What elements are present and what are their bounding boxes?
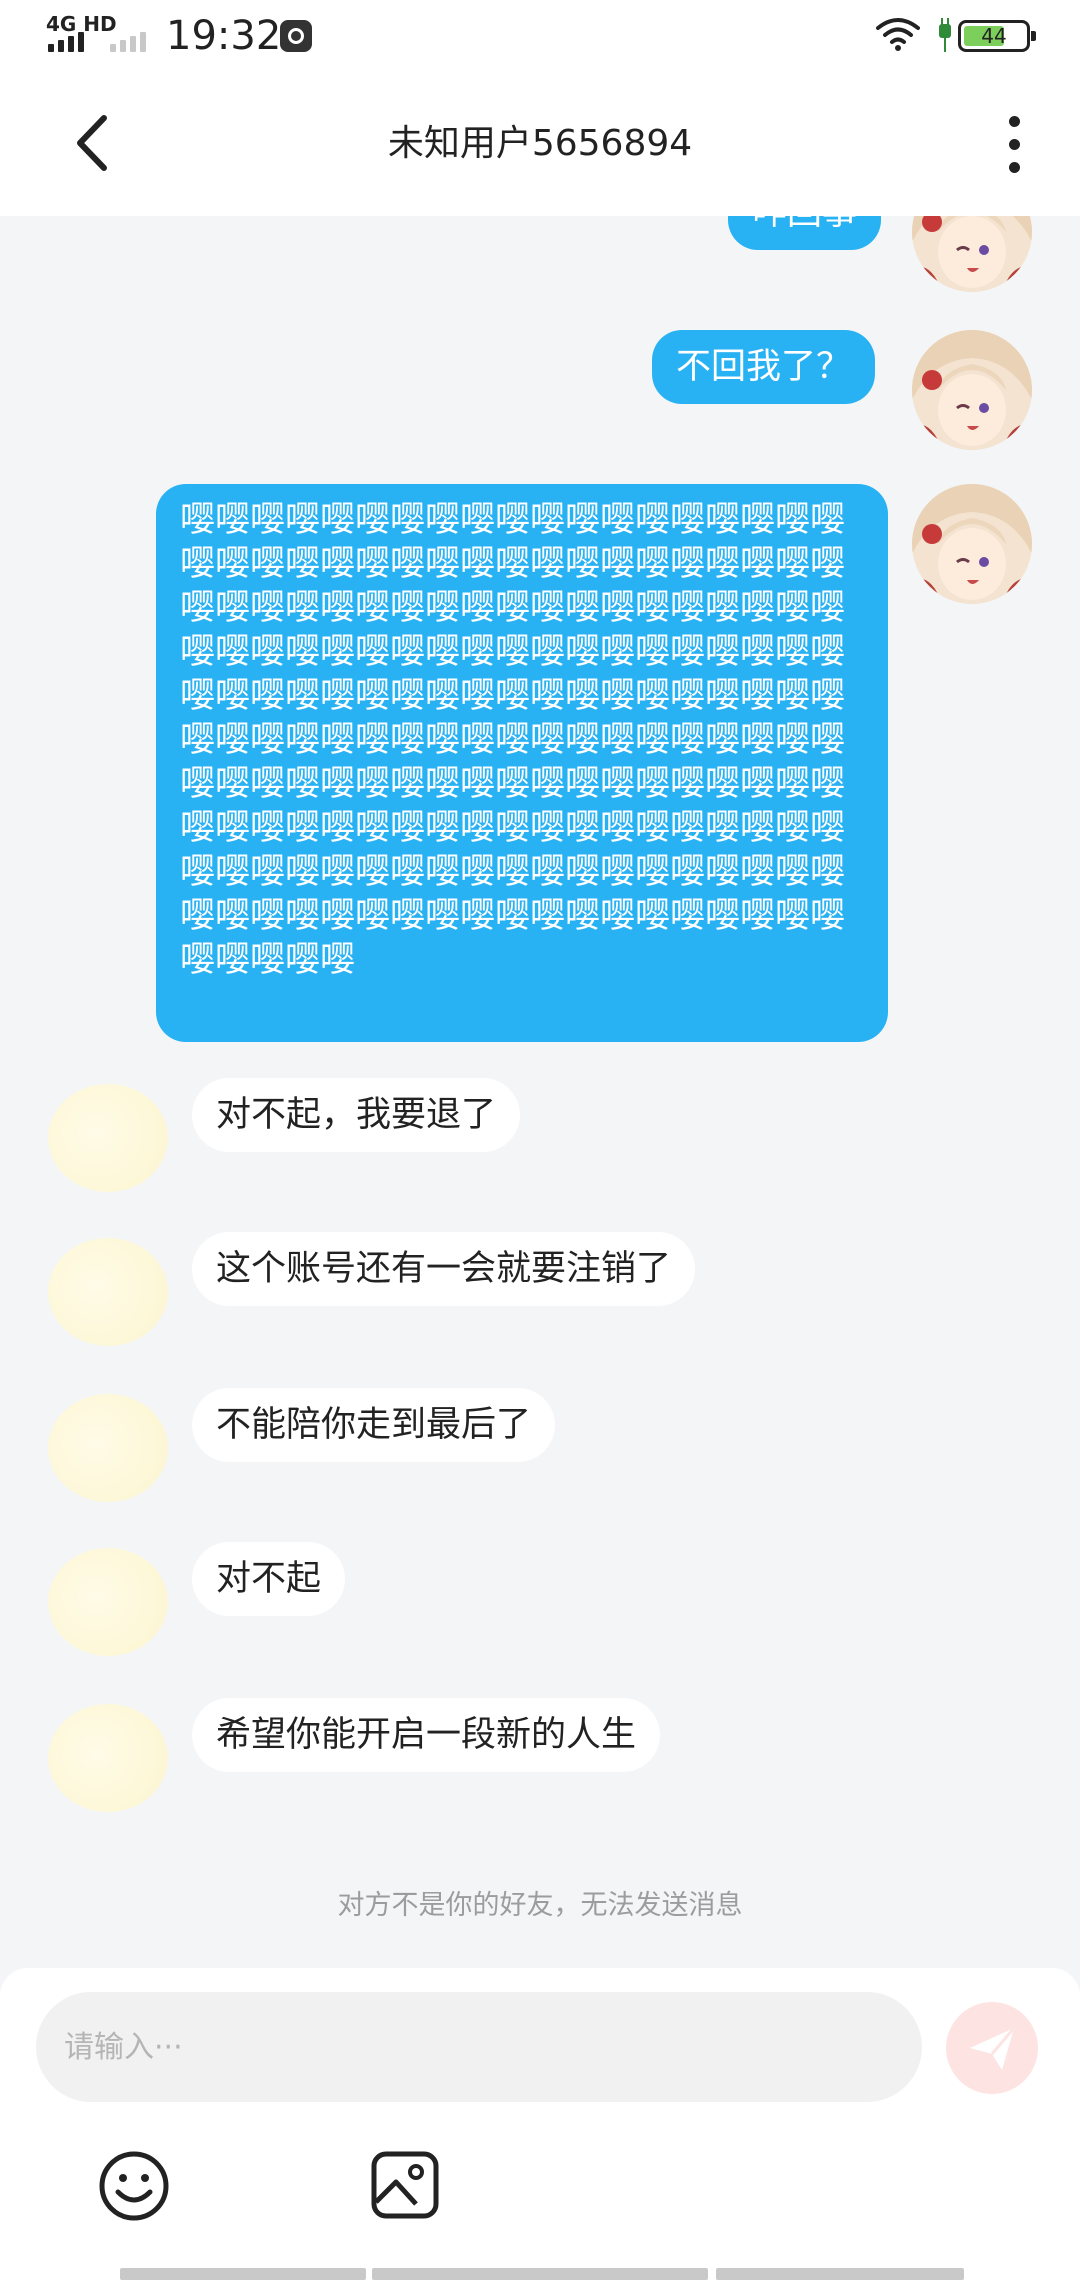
back-button[interactable] [64,108,124,178]
contact-avatar[interactable] [48,1704,168,1812]
clock: 19:32 [166,13,282,59]
signal-icon [48,30,84,52]
image-icon[interactable] [370,2150,440,2220]
composer [0,1968,1080,2280]
received-message[interactable]: 这个账号还有一会就要注销了 [192,1232,696,1306]
my-avatar[interactable] [912,330,1032,450]
send-button[interactable] [946,2002,1038,2094]
top-bar: 4G HD 19:32 44 未知用户5656894 [0,0,1080,216]
sent-message[interactable]: 嘤嘤嘤嘤嘤嘤嘤嘤嘤嘤嘤嘤嘤嘤嘤嘤嘤嘤嘤嘤嘤嘤嘤嘤嘤嘤嘤嘤嘤嘤嘤嘤嘤嘤嘤嘤嘤嘤嘤嘤… [156,484,888,1042]
dot-icon [1008,162,1020,173]
contact-avatar[interactable] [48,1238,168,1346]
charging-icon [939,18,951,52]
contact-avatar[interactable] [48,1394,168,1502]
signal-2-icon [110,30,146,52]
anime-girl-avatar-icon [912,216,1032,292]
battery-level: 44 [981,24,1007,48]
battery-icon: 44 [958,20,1036,52]
not-friend-notice: 对方不是你的好友，无法发送消息 [337,1890,743,1921]
screen-record-icon [280,20,312,52]
received-message[interactable]: 对不起，我要退了 [192,1078,521,1152]
smiley-icon[interactable] [98,2150,170,2222]
my-avatar[interactable] [912,484,1032,604]
system-nav-bar [0,2268,1080,2280]
contact-avatar[interactable] [48,1084,168,1192]
contact-avatar[interactable] [48,1548,168,1656]
sent-message[interactable]: 不回我了？ [652,330,876,404]
dot-icon [1008,116,1020,127]
received-message[interactable]: 希望你能开启一段新的人生 [192,1698,661,1772]
anime-girl-avatar-icon [912,484,1032,604]
message-input[interactable] [36,1992,922,2102]
wifi-icon [876,18,920,51]
status-bar: 4G HD 19:32 44 [0,0,1080,72]
anime-girl-avatar-icon [912,330,1032,450]
dot-icon [1008,139,1020,150]
received-message[interactable]: 对不起 [192,1542,346,1616]
chat-header: 未知用户5656894 [0,72,1080,216]
chat-title: 未知用户5656894 [387,123,693,164]
my-avatar[interactable] [912,216,1032,292]
message-list[interactable]: 咋回事 不回我了？ 嘤嘤嘤嘤嘤嘤 [0,216,1080,1966]
sent-message[interactable]: 咋回事 [728,216,882,250]
received-message[interactable]: 不能陪你走到最后了 [192,1388,556,1462]
more-options-button[interactable] [994,116,1034,176]
paper-plane-icon [970,2027,1016,2070]
